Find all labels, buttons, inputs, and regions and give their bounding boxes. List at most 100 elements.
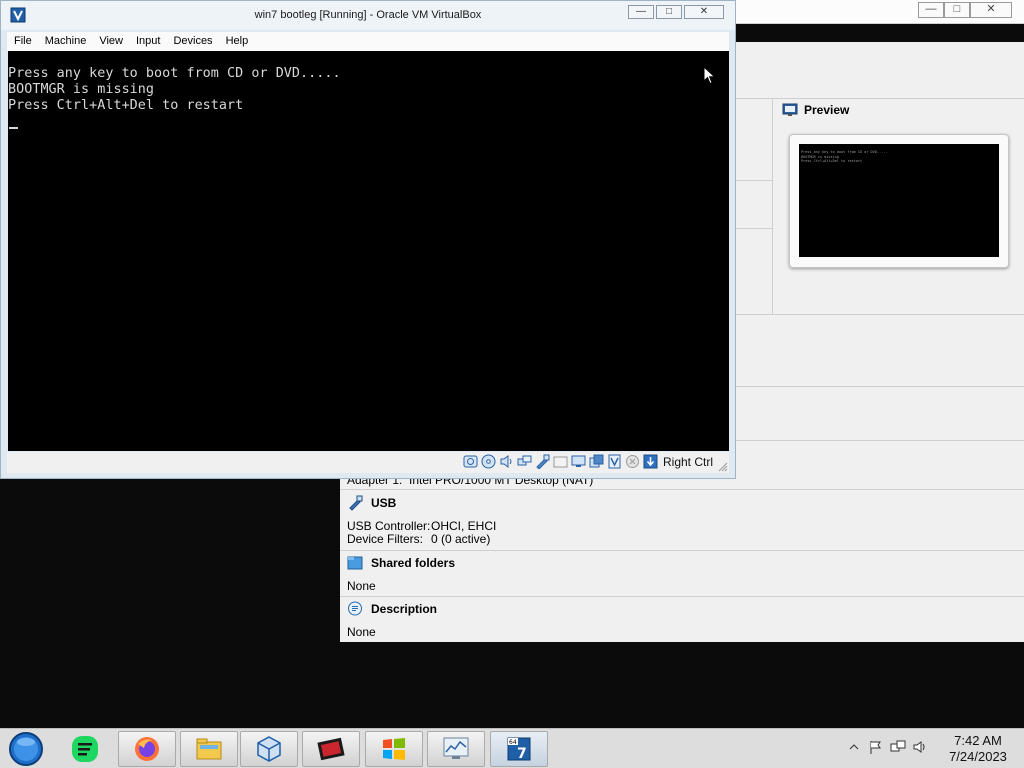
manager-toolbar [736,24,1024,42]
menu-machine[interactable]: Machine [38,32,93,51]
menu-file[interactable]: File [7,32,38,51]
preview-thumbnail-frame: Press any key to boot from CD or DVD....… [789,134,1009,268]
taskbar-spotify[interactable] [56,731,114,767]
divider [736,440,1024,441]
shared-folders-title: Shared folders [371,556,456,570]
folder-icon [196,738,222,760]
usb-icon [347,495,363,511]
usb-title: USB [371,496,397,510]
taskbar-file-explorer[interactable] [180,731,238,767]
taskbar-clock[interactable]: 7:42 AM 7/24/2023 [936,733,1020,765]
usb-section-header[interactable]: USB [340,494,1024,512]
usb-filters-value: 0 (0 active) [431,532,491,546]
vm-statusbar: Right Ctrl [7,452,729,473]
divider [736,314,1024,315]
vm-minimize-button[interactable]: — [628,5,654,19]
svg-text:7: 7 [517,746,527,762]
preview-section-header[interactable]: Preview [782,102,849,118]
vm-titlebar[interactable]: win7 bootleg [Running] - Oracle VM Virtu… [1,1,735,30]
menu-view[interactable]: View [92,32,129,51]
console-line: Press Ctrl+Alt+Del to restart [8,98,244,113]
desktop: — □ ✕ Preview Press any key to boot from… [0,0,1024,768]
vm-maximize-button[interactable]: □ [656,5,682,19]
vm-os-badge-icon: 647 [507,737,531,762]
divider [340,596,1024,597]
network-icon[interactable] [517,454,532,469]
resize-grip-icon[interactable] [716,460,728,472]
optical-disk-icon[interactable] [481,454,496,469]
divider [772,98,773,314]
audio-icon[interactable] [499,454,514,469]
divider [736,386,1024,387]
taskbar-win7-vm[interactable]: 64 7 [490,731,548,767]
speech-bubble-icon [347,601,363,617]
console-line: BOOTMGR is missing [8,82,155,97]
vm-close-button[interactable]: ✕ [684,5,724,19]
taskbar-media-app[interactable] [302,731,360,767]
mouse-pointer-icon [703,66,716,85]
menu-devices[interactable]: Devices [166,32,218,51]
action-center-flag-icon[interactable] [868,739,884,755]
manager-maximize-button[interactable]: □ [944,2,970,18]
vm-window-title: win7 bootleg [Running] - Oracle VM Virtu… [254,9,482,21]
manager-minimize-button[interactable]: — [918,2,944,18]
console-line: Press any key to boot from CD or DVD....… [8,66,341,81]
preview-line: Press Ctrl+Alt+Del to restart [801,159,863,163]
keyboard-capture-icon[interactable] [643,454,658,469]
spotify-icon [72,736,98,762]
preview-title: Preview [804,103,850,117]
firefox-icon [135,737,159,761]
clock-date: 7/24/2023 [949,749,1007,764]
media-app-icon [317,737,345,761]
monitor-chart-icon [443,737,469,759]
host-key-label: Right Ctrl [662,454,713,469]
usb-filters-key: Device Filters: [347,532,424,546]
shared-folders-icon[interactable] [553,454,568,469]
display-icon[interactable] [571,454,586,469]
mouse-integration-icon[interactable] [625,454,640,469]
folder-icon [347,555,363,571]
description-value: None [347,625,376,639]
usb-section: USB USB Controller: OHCI, EHCI Device Fil… [340,494,1024,546]
divider [736,228,772,229]
vt-x-icon[interactable] [607,454,622,469]
virtualbox-icon [257,736,281,762]
text-cursor [9,127,18,129]
monitor-icon [782,102,798,118]
manager-close-button[interactable]: ✕ [970,2,1012,18]
divider [340,489,1024,490]
recording-icon[interactable] [589,454,604,469]
divider [340,550,1024,551]
vm-window: win7 bootleg [Running] - Oracle VM Virtu… [0,0,736,479]
menu-help[interactable]: Help [219,32,255,51]
volume-icon[interactable] [912,739,928,755]
hard-disk-icon[interactable] [463,454,478,469]
vm-status-icons: Right Ctrl [463,454,713,469]
taskbar-firefox[interactable] [118,731,176,767]
taskbar-windows-7[interactable] [365,731,423,767]
taskbar: 64 7 7:42 AM 7/24/2023 [0,728,1024,768]
shared-folders-section-header[interactable]: Shared folders [340,554,1024,572]
shared-folders-section: Shared folders None [340,554,1024,593]
svg-text:64: 64 [509,739,517,746]
windows-logo-icon [383,738,405,760]
divider [736,180,772,181]
description-section-header[interactable]: Description [340,600,1024,618]
taskbar-virtualbox-manager[interactable] [240,731,298,767]
system-tray [846,739,928,755]
description-title: Description [371,602,438,616]
divider [736,98,1024,99]
start-orb-icon [9,732,43,766]
taskbar-resource-monitor[interactable] [427,731,485,767]
shared-folders-value: None [347,579,376,593]
start-button[interactable] [6,731,46,767]
show-hidden-icons-icon[interactable] [846,739,862,755]
clock-time: 7:42 AM [954,733,1002,748]
network-status-icon[interactable] [890,739,906,755]
preview-thumbnail: Press any key to boot from CD or DVD....… [799,144,999,257]
menu-input[interactable]: Input [129,32,166,51]
vm-menubar: File Machine View Input Devices Help [7,32,729,51]
usb-icon[interactable] [535,454,550,469]
vm-console-screen[interactable]: Press any key to boot from CD or DVD....… [8,51,729,451]
description-section: Description None [340,600,1024,639]
